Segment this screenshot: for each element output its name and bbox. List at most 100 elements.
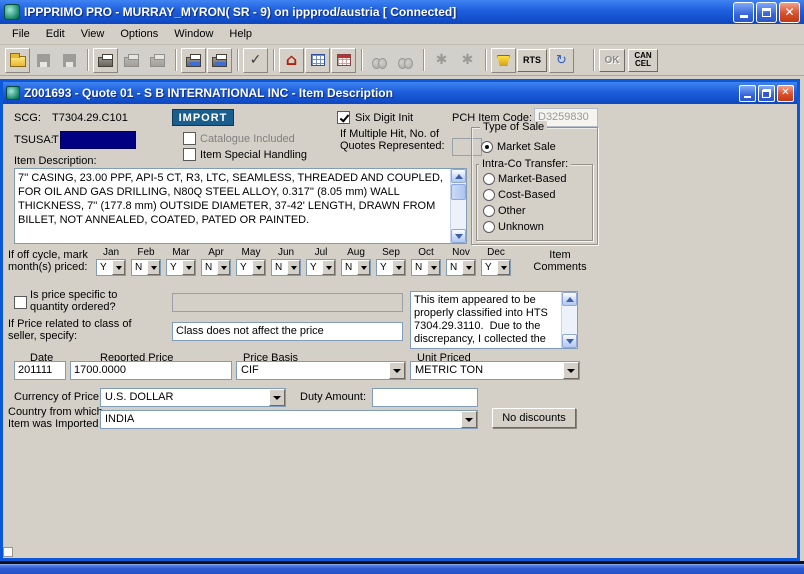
currency-dropdown[interactable]: U.S. DOLLAR	[100, 388, 286, 407]
unknown-radio[interactable]	[483, 221, 495, 233]
chevron-down-icon[interactable]	[112, 260, 125, 275]
print-report-icon	[186, 57, 201, 67]
item-comments-textarea[interactable]: This item appeared to be properly classi…	[410, 291, 578, 349]
scroll-up-button[interactable]	[451, 169, 466, 183]
toolbar-separator	[273, 49, 275, 71]
open-button[interactable]	[5, 48, 30, 73]
cost-based-radio[interactable]	[483, 189, 495, 201]
process-button[interactable]: ✱	[429, 48, 454, 73]
rts-button[interactable]: RTS	[517, 49, 547, 72]
scroll-down-button[interactable]	[451, 229, 466, 243]
print-preview-button[interactable]	[119, 48, 144, 73]
month-jan-dropdown[interactable]: Y	[96, 259, 126, 276]
find-next-button[interactable]	[393, 48, 418, 73]
validate-button[interactable]: ✓	[243, 48, 268, 73]
chevron-down-icon[interactable]	[462, 260, 475, 275]
child-close-button[interactable]: ✕	[777, 85, 794, 102]
chevron-down-icon[interactable]	[427, 260, 440, 275]
no-discounts-button[interactable]: No discounts	[492, 408, 576, 428]
scroll-down-button[interactable]	[562, 334, 577, 348]
menu-file[interactable]: File	[4, 26, 38, 42]
print-setup-button[interactable]	[145, 48, 170, 73]
taskbar[interactable]	[0, 564, 804, 574]
market-based-radio[interactable]	[483, 173, 495, 185]
chevron-down-icon[interactable]	[357, 260, 370, 275]
chevron-down-icon[interactable]	[217, 260, 230, 275]
unit-priced-dropdown[interactable]: METRIC TON	[410, 361, 580, 380]
chevron-down-icon[interactable]	[269, 389, 285, 406]
menu-options[interactable]: Options	[112, 26, 166, 42]
title-bar[interactable]: IPPPRIMO PRO - MURRAY_MYRON( SR - 9) on …	[0, 0, 804, 24]
import-button[interactable]: IMPORT	[172, 109, 234, 126]
chevron-down-icon[interactable]	[392, 260, 405, 275]
class-of-seller-field[interactable]: Class does not affect the price	[172, 322, 403, 341]
scroll-up-button[interactable]	[562, 292, 577, 306]
home-button[interactable]: ⌂	[279, 48, 304, 73]
item-comments-scrollbar[interactable]	[561, 292, 577, 348]
grid-button[interactable]	[305, 48, 330, 73]
arrow-up-icon	[455, 170, 463, 179]
menu-help[interactable]: Help	[221, 26, 260, 42]
duty-amount-field[interactable]	[372, 388, 478, 407]
month-aug: Aug N	[341, 247, 371, 276]
tsusa-field[interactable]	[60, 131, 136, 149]
chevron-down-icon[interactable]	[497, 260, 510, 275]
menu-edit[interactable]: Edit	[38, 26, 73, 42]
chevron-down-icon[interactable]	[147, 260, 160, 275]
child-minimize-button[interactable]	[739, 85, 756, 102]
price-specific-label: Is price specific to quantity ordered?	[30, 289, 117, 313]
save-button[interactable]	[31, 48, 56, 73]
month-oct-dropdown[interactable]: N	[411, 259, 441, 276]
maximize-button[interactable]	[756, 2, 777, 23]
chevron-down-icon[interactable]	[461, 411, 477, 428]
print-form-button[interactable]	[207, 48, 232, 73]
find-button[interactable]	[367, 48, 392, 73]
date-field[interactable]: 201111	[14, 361, 66, 380]
close-button[interactable]: ✕	[779, 2, 800, 23]
scroll-thumb[interactable]	[451, 184, 466, 200]
month-mar-dropdown[interactable]: Y	[166, 259, 196, 276]
month-sep-dropdown[interactable]: Y	[376, 259, 406, 276]
price-basis-dropdown[interactable]: CIF	[236, 361, 406, 380]
item-description-textarea[interactable]: 7'' CASING, 23.00 PPF, API-5 CT, R3, LTC…	[14, 168, 467, 244]
chevron-down-icon[interactable]	[389, 362, 405, 379]
menu-window[interactable]: Window	[166, 26, 221, 42]
six-digit-checkbox[interactable]	[337, 111, 350, 124]
other-radio[interactable]	[483, 205, 495, 217]
month-feb-dropdown[interactable]: N	[131, 259, 161, 276]
month-jul-dropdown[interactable]: Y	[306, 259, 336, 276]
item-description-scrollbar[interactable]	[450, 169, 466, 243]
country-dropdown[interactable]: INDIA	[100, 410, 478, 429]
month-apr-dropdown[interactable]: N	[201, 259, 231, 276]
chevron-down-icon[interactable]	[252, 260, 265, 275]
catalogue-included-checkbox[interactable]	[183, 132, 196, 145]
chevron-down-icon[interactable]	[322, 260, 335, 275]
refresh-button[interactable]: ↻	[549, 48, 574, 73]
cancel-button[interactable]: CAN CEL	[628, 49, 658, 72]
ok-button[interactable]: OK	[599, 49, 625, 72]
item-special-handling-checkbox[interactable]	[183, 148, 196, 161]
minimize-button[interactable]	[733, 2, 754, 23]
quantity-field[interactable]	[172, 293, 403, 312]
print-report-button[interactable]	[181, 48, 206, 73]
market-sale-radio[interactable]	[481, 141, 493, 153]
calendar-button[interactable]	[331, 48, 356, 73]
currency-label: Currency of Price	[14, 391, 99, 403]
month-dec-dropdown[interactable]: Y	[481, 259, 511, 276]
bucket-button[interactable]	[491, 48, 516, 73]
quote-window-title-bar[interactable]: Z001693 - Quote 01 - S B INTERNATIONAL I…	[3, 82, 797, 104]
month-may-dropdown[interactable]: Y	[236, 259, 266, 276]
month-jun-dropdown[interactable]: N	[271, 259, 301, 276]
save-all-button[interactable]	[57, 48, 82, 73]
price-specific-checkbox[interactable]	[14, 296, 27, 309]
chevron-down-icon[interactable]	[287, 260, 300, 275]
chevron-down-icon[interactable]	[563, 362, 579, 379]
process-all-button[interactable]: ✱	[455, 48, 480, 73]
reported-price-field[interactable]: 1700.0000	[70, 361, 232, 380]
chevron-down-icon[interactable]	[182, 260, 195, 275]
child-restore-button[interactable]	[758, 85, 775, 102]
month-aug-dropdown[interactable]: N	[341, 259, 371, 276]
print-button[interactable]	[93, 48, 118, 73]
month-nov-dropdown[interactable]: N	[446, 259, 476, 276]
menu-view[interactable]: View	[73, 26, 113, 42]
